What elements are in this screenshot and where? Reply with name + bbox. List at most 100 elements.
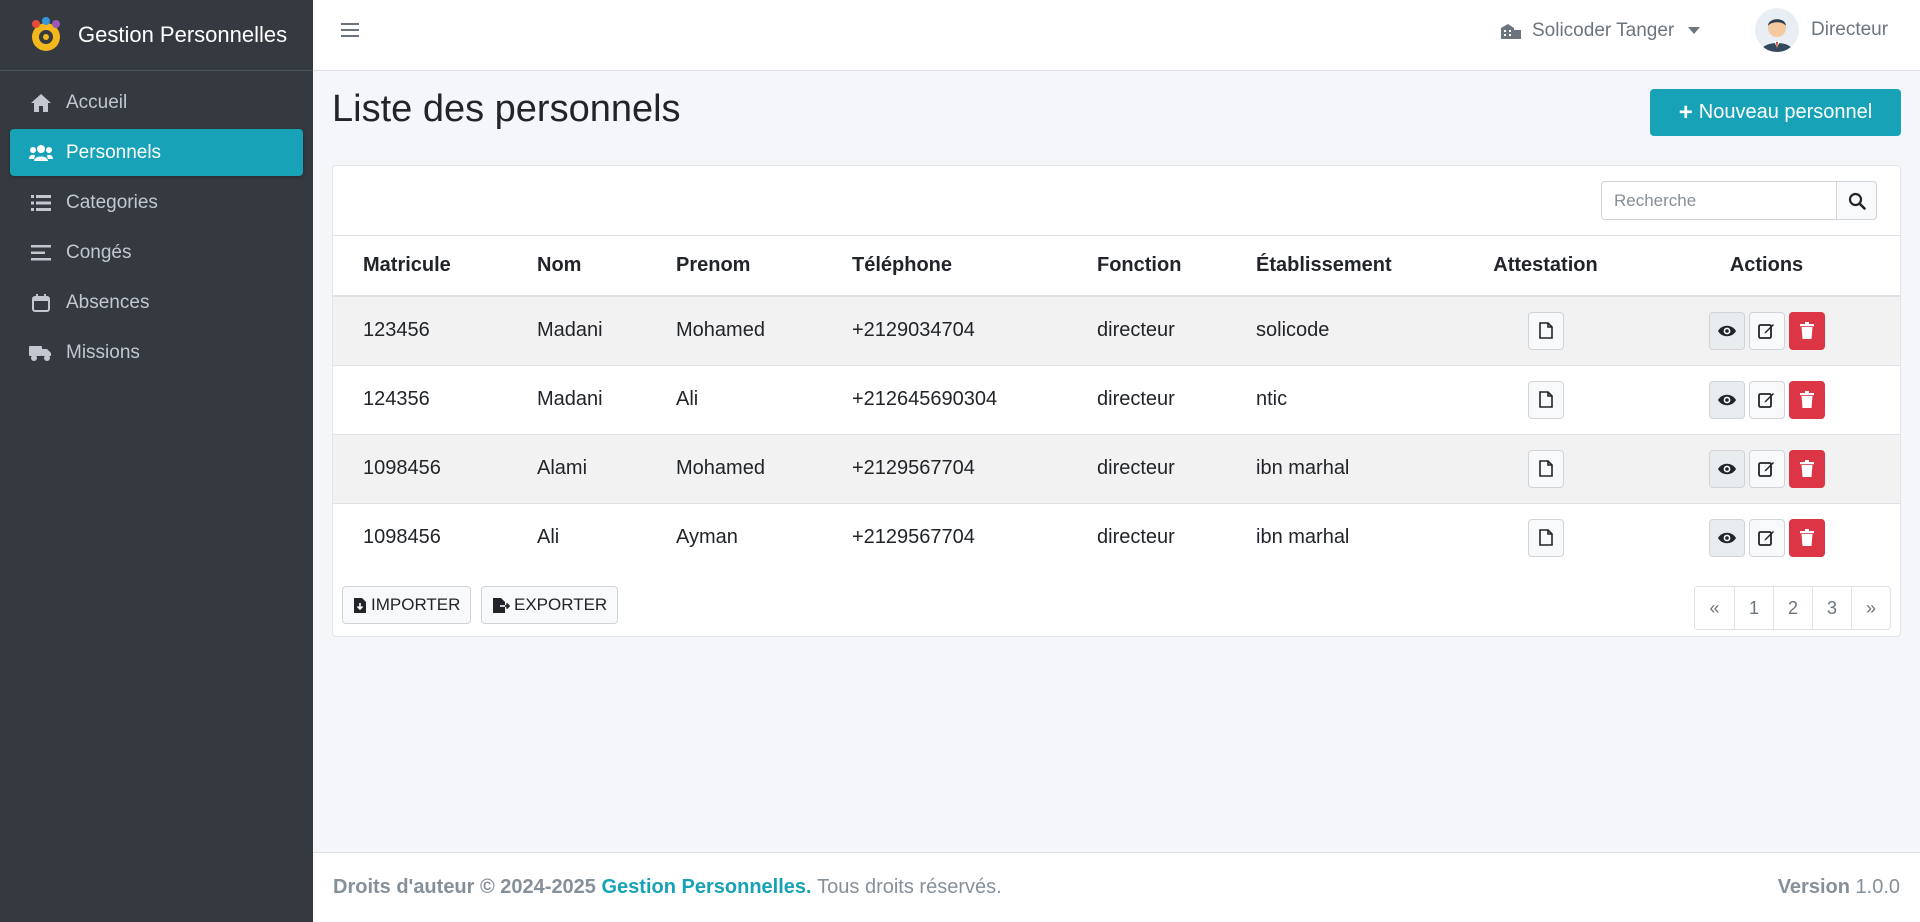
list-icon	[28, 192, 54, 214]
sidebar: Gestion Personnelles Accueil Personnels …	[0, 0, 313, 922]
edit-button[interactable]	[1748, 518, 1785, 557]
cell-telephone: +2129034704	[822, 295, 1067, 365]
sidebar-item-absences[interactable]: Absences	[10, 279, 303, 326]
view-button[interactable]	[1708, 380, 1745, 419]
file-icon	[1538, 460, 1553, 477]
table-row: 124356 Madani Ali +212645690304 directeu…	[333, 364, 1900, 434]
pagination-page-1[interactable]: 1	[1734, 587, 1773, 629]
file-icon	[1538, 391, 1553, 408]
page-footer: Droits d'auteur © 2024-2025 Gestion Pers…	[313, 852, 1920, 922]
version-info: Version 1.0.0	[1778, 876, 1900, 899]
edit-button[interactable]	[1748, 311, 1785, 350]
cell-nom: Madani	[507, 295, 646, 365]
cell-etablissement: ntic	[1226, 364, 1458, 434]
view-button[interactable]	[1708, 311, 1745, 350]
cell-attestation	[1458, 502, 1633, 572]
attestation-button[interactable]	[1527, 380, 1564, 419]
brand[interactable]: Gestion Personnelles	[0, 0, 313, 71]
attestation-button[interactable]	[1527, 311, 1564, 350]
search-group	[1601, 181, 1877, 220]
pagination-page-2[interactable]: 2	[1773, 587, 1812, 629]
cell-prenom: Ayman	[646, 502, 822, 572]
view-button[interactable]	[1708, 449, 1745, 488]
sidebar-item-label: Missions	[66, 341, 140, 363]
cell-prenom: Mohamed	[646, 433, 822, 503]
bars-icon	[28, 242, 54, 264]
pagination-next[interactable]: »	[1851, 587, 1890, 629]
sidebar-item-label: Accueil	[66, 91, 128, 113]
pagination-prev[interactable]: «	[1695, 587, 1734, 629]
column-header[interactable]: Établissement	[1226, 236, 1458, 297]
cell-actions	[1633, 502, 1900, 572]
edit-icon	[1758, 531, 1774, 547]
truck-icon	[28, 342, 54, 364]
file-icon	[1538, 529, 1553, 547]
new-personnel-button[interactable]: + Nouveau personnel	[1650, 89, 1901, 136]
cell-matricule: 123456	[333, 295, 507, 365]
cell-attestation	[1458, 433, 1633, 503]
sidebar-item-personnels[interactable]: Personnels	[10, 129, 303, 176]
cell-telephone: +2129567704	[822, 502, 1067, 572]
menu-toggle-icon[interactable]	[341, 22, 365, 44]
pagination-page-3[interactable]: 3	[1812, 587, 1851, 629]
cell-fonction: directeur	[1067, 364, 1226, 434]
table-row: 1098456 Ali Ayman +2129567704 directeur …	[333, 502, 1900, 572]
column-header[interactable]: Matricule	[333, 236, 507, 297]
delete-button[interactable]	[1788, 311, 1825, 350]
card-header	[333, 166, 1900, 236]
avatar	[1755, 8, 1799, 52]
import-button[interactable]: IMPORTER	[342, 586, 472, 624]
cell-nom: Ali	[507, 502, 646, 572]
trash-icon	[1799, 460, 1814, 477]
sidebar-item-missions[interactable]: Missions	[10, 329, 303, 376]
new-personnel-label: Nouveau personnel	[1698, 101, 1873, 123]
export-label: EXPORTER	[514, 595, 608, 614]
file-icon	[1538, 322, 1553, 340]
delete-button[interactable]	[1788, 380, 1825, 419]
column-header[interactable]: Prenom	[646, 236, 822, 297]
column-header: Attestation	[1458, 236, 1633, 297]
user-menu[interactable]: Directeur	[1755, 8, 1888, 52]
cell-nom: Madani	[507, 364, 646, 434]
attestation-button[interactable]	[1527, 449, 1564, 488]
column-header[interactable]: Téléphone	[822, 236, 1067, 297]
topbar: Solicoder Tanger Directeur	[313, 0, 1920, 71]
search-input[interactable]	[1601, 181, 1837, 220]
file-import-icon	[354, 597, 366, 613]
cell-matricule: 1098456	[333, 502, 507, 572]
search-button[interactable]	[1837, 181, 1877, 220]
sidebar-item-label: Absences	[66, 291, 150, 313]
organization-dropdown[interactable]: Solicoder Tanger	[1500, 20, 1701, 42]
edit-icon	[1758, 462, 1774, 477]
sidebar-item-accueil[interactable]: Accueil	[10, 79, 303, 126]
search-icon	[1848, 192, 1866, 210]
cell-actions	[1633, 433, 1900, 503]
cell-actions	[1633, 295, 1900, 365]
cell-prenom: Ali	[646, 364, 822, 434]
column-header[interactable]: Fonction	[1067, 236, 1226, 297]
cell-etablissement: solicode	[1226, 295, 1458, 365]
personnel-card: Matricule Nom Prenom Téléphone Fonction …	[332, 165, 1901, 637]
user-role: Directeur	[1811, 19, 1889, 40]
eye-icon	[1717, 532, 1736, 543]
cell-matricule: 124356	[333, 364, 507, 434]
sidebar-item-conges[interactable]: Congés	[10, 229, 303, 276]
edit-button[interactable]	[1748, 449, 1785, 488]
column-header: Actions	[1633, 236, 1900, 297]
brand-logo-icon	[32, 17, 60, 51]
footer-brand-link[interactable]: Gestion Personnelles.	[602, 876, 812, 899]
delete-button[interactable]	[1788, 518, 1825, 557]
edit-button[interactable]	[1748, 380, 1785, 419]
sidebar-item-label: Congés	[66, 241, 132, 263]
personnel-table: Matricule Nom Prenom Téléphone Fonction …	[333, 236, 1900, 572]
sidebar-item-categories[interactable]: Categories	[10, 179, 303, 226]
column-header[interactable]: Nom	[507, 236, 646, 297]
organization-name: Solicoder Tanger	[1532, 20, 1675, 41]
brand-name: Gestion Personnelles	[78, 22, 288, 47]
table-header-row: Matricule Nom Prenom Téléphone Fonction …	[333, 236, 1900, 297]
export-button[interactable]: EXPORTER	[481, 586, 619, 624]
caret-down-icon	[1688, 27, 1701, 34]
delete-button[interactable]	[1788, 449, 1825, 488]
attestation-button[interactable]	[1527, 518, 1564, 557]
view-button[interactable]	[1708, 518, 1745, 557]
